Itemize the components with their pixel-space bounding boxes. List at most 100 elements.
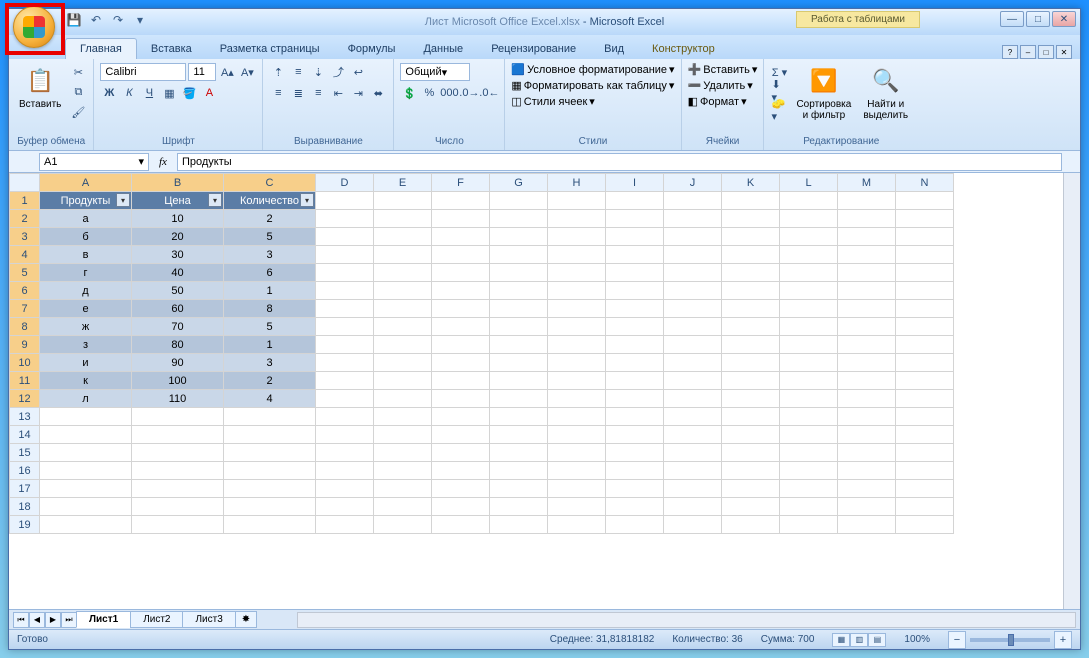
cell-J8[interactable] [664,318,722,336]
cell-N17[interactable] [896,480,954,498]
cell-J15[interactable] [664,444,722,462]
align-center-button[interactable]: ≣ [289,84,307,102]
font-color-button[interactable]: A [200,84,218,102]
cell-M12[interactable] [838,390,896,408]
row-header-5[interactable]: 5 [10,264,40,282]
align-top-button[interactable]: ⇡ [269,63,287,81]
cell-E7[interactable] [374,300,432,318]
first-sheet-button[interactable]: ⏮ [13,612,29,628]
row-header-11[interactable]: 11 [10,372,40,390]
row-header-18[interactable]: 18 [10,498,40,516]
cell-E14[interactable] [374,426,432,444]
zoom-out-button[interactable]: − [948,631,966,649]
cell-E9[interactable] [374,336,432,354]
cell-M14[interactable] [838,426,896,444]
vertical-scrollbar[interactable] [1063,173,1080,609]
shrink-font-button[interactable]: A▾ [238,63,256,81]
cell-D18[interactable] [316,498,374,516]
cell-D2[interactable] [316,210,374,228]
col-header-D[interactable]: D [316,174,374,192]
row-header-6[interactable]: 6 [10,282,40,300]
cell-M7[interactable] [838,300,896,318]
cell-L8[interactable] [780,318,838,336]
tab-page-layout[interactable]: Разметка страницы [206,39,334,59]
cell-M6[interactable] [838,282,896,300]
cell-A19[interactable] [40,516,132,534]
close-button[interactable]: ✕ [1052,11,1076,27]
tab-review[interactable]: Рецензирование [477,39,590,59]
cell-I2[interactable] [606,210,664,228]
cell-G14[interactable] [490,426,548,444]
format-cells-button[interactable]: ◧ Формат ▾ [688,95,758,108]
cell-B11[interactable]: 100 [132,372,224,390]
cell-G3[interactable] [490,228,548,246]
currency-button[interactable]: 💲 [400,84,418,102]
cell-B2[interactable]: 10 [132,210,224,228]
align-bottom-button[interactable]: ⇣ [309,63,327,81]
cell-H15[interactable] [548,444,606,462]
sheet-tab-1[interactable]: Лист1 [76,611,131,628]
format-painter-button[interactable]: 🖌 [69,103,87,121]
cell-D16[interactable] [316,462,374,480]
cell-G8[interactable] [490,318,548,336]
cell-K3[interactable] [722,228,780,246]
cell-M15[interactable] [838,444,896,462]
cell-I14[interactable] [606,426,664,444]
cell-J10[interactable] [664,354,722,372]
cell-E16[interactable] [374,462,432,480]
cell-B8[interactable]: 70 [132,318,224,336]
select-all-corner[interactable] [10,174,40,192]
last-sheet-button[interactable]: ⏭ [61,612,77,628]
cell-C18[interactable] [224,498,316,516]
cell-J12[interactable] [664,390,722,408]
row-header-17[interactable]: 17 [10,480,40,498]
cell-I10[interactable] [606,354,664,372]
name-box[interactable]: A1▾ [39,153,149,171]
cell-M17[interactable] [838,480,896,498]
cell-B16[interactable] [132,462,224,480]
insert-cells-button[interactable]: ➕ Вставить ▾ [688,63,758,76]
zoom-in-button[interactable]: + [1054,631,1072,649]
row-header-4[interactable]: 4 [10,246,40,264]
cell-D11[interactable] [316,372,374,390]
cell-C11[interactable]: 2 [224,372,316,390]
cell-M9[interactable] [838,336,896,354]
bold-button[interactable]: Ж [100,84,118,102]
cell-K10[interactable] [722,354,780,372]
fx-icon[interactable]: fx [159,156,167,168]
clear-button[interactable]: 🧽 ▾ [770,101,788,119]
cell-A1[interactable]: Продукты▾ [40,192,132,210]
cell-C13[interactable] [224,408,316,426]
copy-button[interactable]: ⧉ [69,83,87,101]
cell-N11[interactable] [896,372,954,390]
view-layout-button[interactable]: ▥ [850,633,868,647]
cut-button[interactable]: ✂ [69,63,87,81]
cell-F2[interactable] [432,210,490,228]
cell-N12[interactable] [896,390,954,408]
cell-H16[interactable] [548,462,606,480]
cell-E11[interactable] [374,372,432,390]
cell-F4[interactable] [432,246,490,264]
row-header-19[interactable]: 19 [10,516,40,534]
align-left-button[interactable]: ≡ [269,84,287,102]
cell-C17[interactable] [224,480,316,498]
cell-A18[interactable] [40,498,132,516]
cell-H2[interactable] [548,210,606,228]
italic-button[interactable]: К [120,84,138,102]
cell-L4[interactable] [780,246,838,264]
percent-button[interactable]: % [420,84,438,102]
cell-K8[interactable] [722,318,780,336]
cell-F8[interactable] [432,318,490,336]
cell-L10[interactable] [780,354,838,372]
cell-L12[interactable] [780,390,838,408]
zoom-slider[interactable] [970,638,1050,642]
align-middle-button[interactable]: ≡ [289,63,307,81]
align-right-button[interactable]: ≡ [309,84,327,102]
cell-I19[interactable] [606,516,664,534]
cell-E3[interactable] [374,228,432,246]
cell-K1[interactable] [722,192,780,210]
cell-D10[interactable] [316,354,374,372]
cell-D9[interactable] [316,336,374,354]
cell-H7[interactable] [548,300,606,318]
cell-D1[interactable] [316,192,374,210]
